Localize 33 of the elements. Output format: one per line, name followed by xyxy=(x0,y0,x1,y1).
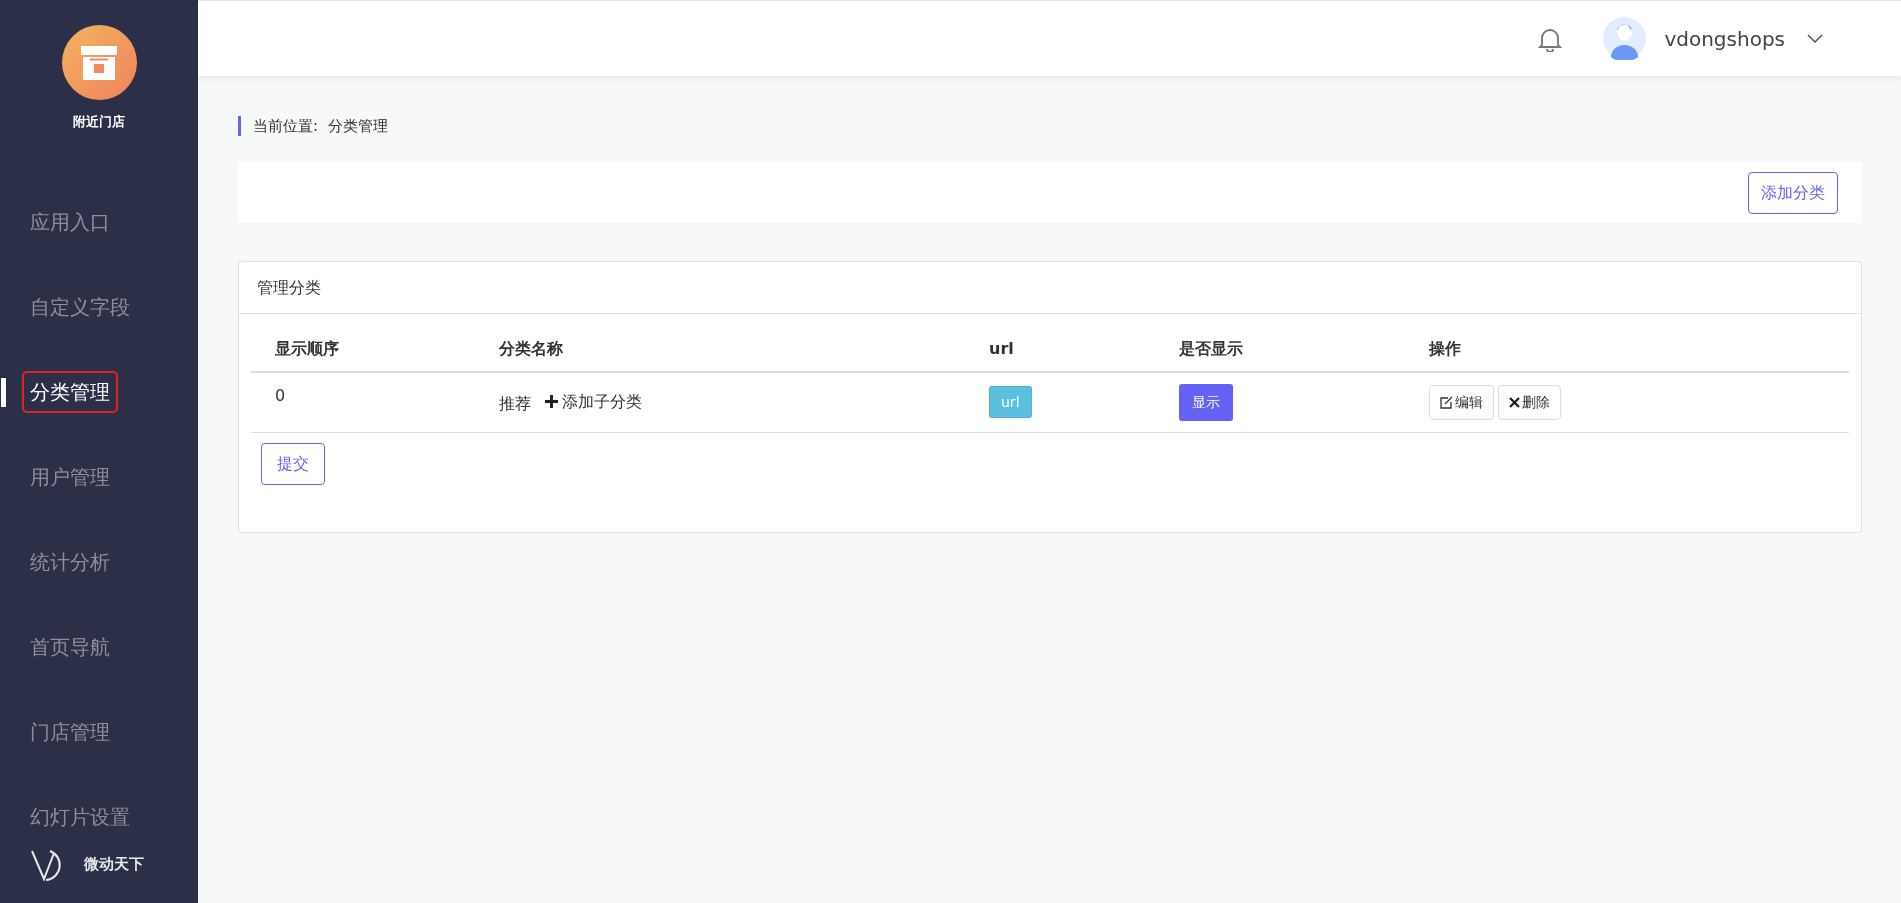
edit-icon xyxy=(1440,395,1453,409)
edit-button[interactable]: 编辑 xyxy=(1429,384,1494,420)
brand-name: 微动天下 xyxy=(84,854,144,876)
active-indicator xyxy=(1,377,6,407)
add-category-button[interactable]: 添加分类 xyxy=(1748,171,1838,214)
breadcrumb: 当前位置: 分类管理 xyxy=(238,116,1862,136)
delete-button[interactable]: 删除 xyxy=(1498,384,1561,420)
sidebar-item[interactable]: 幻灯片设置 xyxy=(22,796,138,838)
column-header: 操作 xyxy=(1405,314,1849,372)
store-name: 附近门店 xyxy=(73,113,125,131)
url-button[interactable]: url xyxy=(989,386,1032,419)
sidebar-item[interactable]: 用户管理 xyxy=(22,456,118,498)
sidebar-item[interactable]: 统计分析 xyxy=(22,541,118,583)
order-value: 0 xyxy=(275,386,286,406)
close-icon xyxy=(1509,396,1520,408)
avatar-icon xyxy=(1603,17,1647,60)
caret-icon[interactable] xyxy=(1807,33,1823,44)
column-header: 分类名称 xyxy=(475,314,965,372)
column-header: 是否显示 xyxy=(1155,314,1405,372)
column-header: 显示顺序 xyxy=(251,314,475,372)
username: vdongshops xyxy=(1664,25,1785,53)
sidebar-item[interactable]: 分类管理 xyxy=(22,371,118,413)
add-subcategory-link[interactable]: 添加子分类 xyxy=(545,389,642,414)
submit-button[interactable]: 提交 xyxy=(261,442,325,485)
panel-title: 管理分类 xyxy=(239,262,1861,314)
column-header: url xyxy=(965,314,1155,372)
sidebar-item[interactable]: 自定义字段 xyxy=(22,286,138,328)
sidebar-item[interactable]: 门店管理 xyxy=(22,711,118,753)
category-name: 推荐 xyxy=(499,393,531,412)
show-button[interactable]: 显示 xyxy=(1179,383,1233,421)
sidebar-item[interactable]: 首页导航 xyxy=(22,626,118,668)
plus-icon xyxy=(545,395,558,408)
sidebar-item[interactable]: 应用入口 xyxy=(22,201,118,243)
